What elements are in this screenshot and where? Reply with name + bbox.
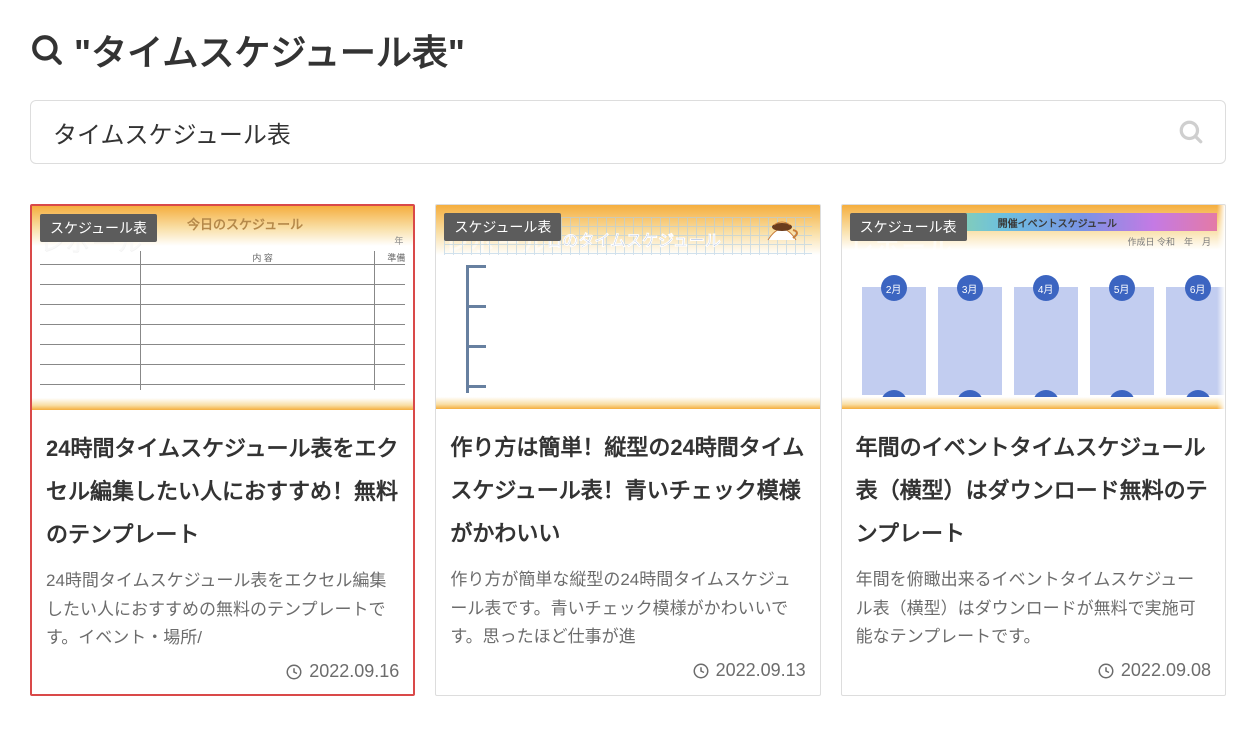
card-title: 年間のイベントタイムスケジュール表（横型）はダウンロード無料のテンプレート xyxy=(856,427,1211,556)
result-card[interactable]: スケジュール表 レポール 今日のスケジュール 年 内 容 準備 24時 xyxy=(30,204,415,696)
card-description: 作り方が簡単な縦型の24時間タイムスケジュール表です。青いチェック模様がかわいい… xyxy=(450,566,805,653)
page-title-text: "タイムスケジュール表" xyxy=(74,24,465,76)
card-date: 2022.09.08 xyxy=(856,660,1211,681)
card-date: 2022.09.13 xyxy=(450,660,805,681)
thumb-year-label: 年 xyxy=(394,234,403,247)
thumb-heading: 日のタイムスケジュール xyxy=(546,227,721,251)
search-icon xyxy=(30,33,64,67)
search-bar xyxy=(30,100,1226,164)
search-icon xyxy=(1178,119,1204,145)
card-date-text: 2022.09.13 xyxy=(716,660,806,681)
card-title: 24時間タイムスケジュール表をエクセル編集したい人におすすめ！無料のテンプレート xyxy=(46,428,399,557)
clock-icon xyxy=(285,663,303,681)
thumb-heading: 今日のスケジュール xyxy=(187,214,303,233)
clock-icon xyxy=(1097,662,1115,680)
category-badge: スケジュール表 xyxy=(850,213,967,241)
card-date-text: 2022.09.08 xyxy=(1121,660,1211,681)
category-badge: スケジュール表 xyxy=(444,213,561,241)
thumb-subdate: 作成日 令和 年 月 xyxy=(1127,235,1211,248)
search-button[interactable] xyxy=(1174,115,1208,149)
result-card[interactable]: スケジュール表 レポール 日のタイムスケジュール xyxy=(435,204,820,696)
page-title: "タイムスケジュール表" xyxy=(30,24,1226,76)
card-description: 年間を俯瞰出来るイベントタイムスケジュール表（横型）はダウンロードが無料で実施可… xyxy=(856,566,1211,653)
result-card[interactable]: スケジュール表 レポール 開催イベントスケジュール 作成日 令和 年 月 2月 … xyxy=(841,204,1226,696)
clock-icon xyxy=(692,662,710,680)
card-title: 作り方は簡単！縦型の24時間タイムスケジュール表！青いチェック模様がかわいい xyxy=(450,427,805,556)
card-date-text: 2022.09.16 xyxy=(309,661,399,682)
card-description: 24時間タイムスケジュール表をエクセル編集したい人におすすめの無料のテンプレート… xyxy=(46,567,399,654)
coffee-cup-icon xyxy=(764,215,800,250)
search-input[interactable] xyxy=(30,100,1226,164)
results-grid: スケジュール表 レポール 今日のスケジュール 年 内 容 準備 24時 xyxy=(30,204,1226,696)
card-date: 2022.09.16 xyxy=(46,661,399,682)
category-badge: スケジュール表 xyxy=(40,214,157,242)
